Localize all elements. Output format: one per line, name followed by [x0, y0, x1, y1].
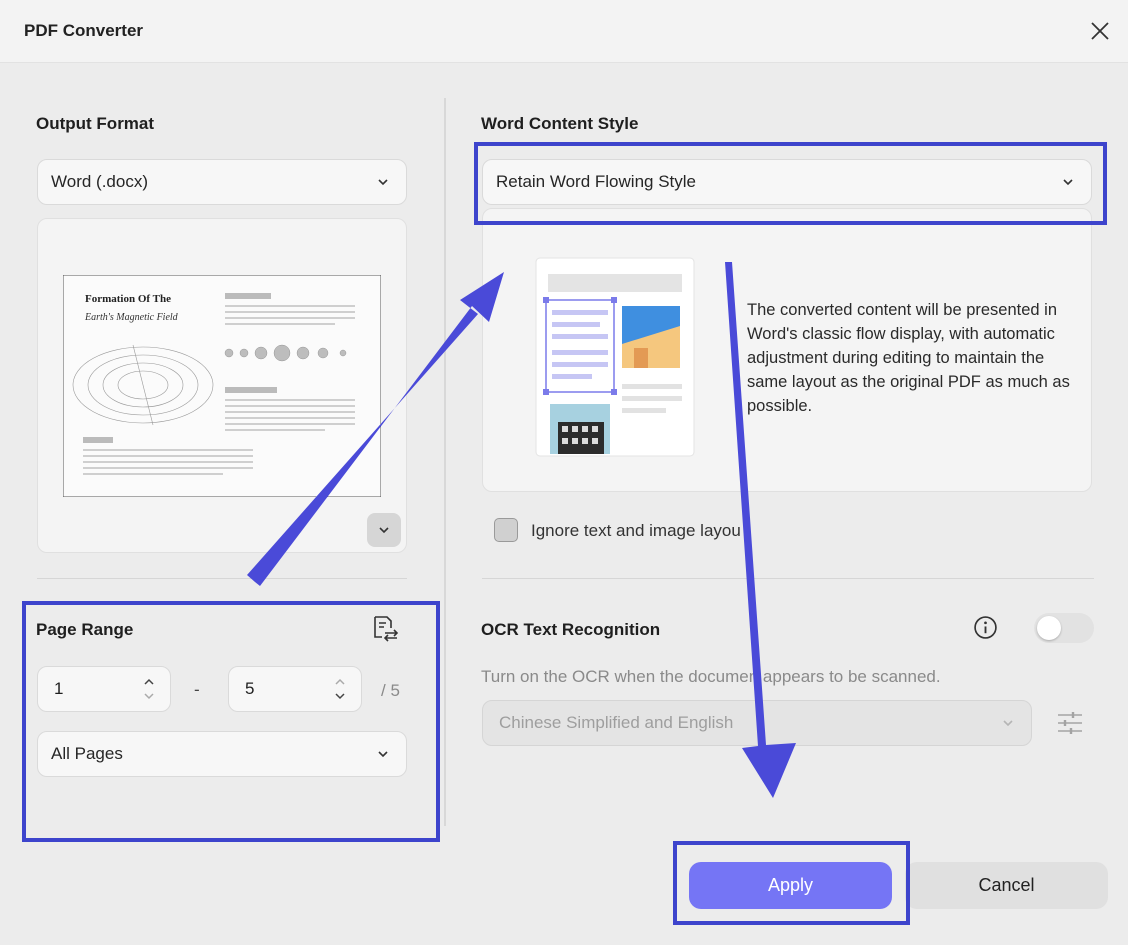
- page-range-highlight: [22, 601, 440, 842]
- sliders-icon[interactable]: [1056, 709, 1084, 737]
- flowing-style-illustration: [535, 257, 695, 457]
- preview-doc-title-2: Earth's Magnetic Field: [84, 312, 179, 323]
- style-description: The converted content will be presented …: [747, 301, 1070, 415]
- output-format-select[interactable]: Word (.docx): [37, 159, 407, 205]
- window-title: PDF Converter: [24, 21, 144, 40]
- word-content-style-label: Word Content Style: [481, 114, 639, 133]
- left-divider: [37, 578, 407, 579]
- ocr-label: OCR Text Recognition: [481, 620, 661, 639]
- right-divider: [482, 578, 1094, 579]
- output-format-label: Output Format: [36, 114, 155, 133]
- toggle-knob: [1037, 616, 1061, 640]
- chevron-down-icon: [378, 179, 388, 186]
- ocr-toggle[interactable]: [1034, 613, 1094, 643]
- document-preview-thumbnail: Formation Of The Earth's Magnetic Field: [63, 275, 381, 497]
- ocr-language-value: Chinese Simplified and English: [499, 713, 734, 732]
- ocr-language-select[interactable]: Chinese Simplified and English: [482, 700, 1032, 746]
- chevron-down-icon: [379, 527, 389, 534]
- content-style-highlight: [474, 142, 1107, 225]
- apply-highlight: [673, 841, 910, 925]
- preview-doc-title-1: Formation Of The: [85, 293, 171, 305]
- chevron-down-icon: [1003, 720, 1013, 727]
- title-bar: PDF Converter: [0, 0, 1128, 63]
- close-icon[interactable]: [1088, 19, 1112, 43]
- output-format-value: Word (.docx): [51, 172, 148, 191]
- ignore-layout-label: Ignore text and image layou: [531, 521, 741, 540]
- info-icon[interactable]: [973, 615, 998, 640]
- ocr-hint: Turn on the OCR when the documen appears…: [481, 667, 941, 686]
- expand-preview-button[interactable]: [367, 513, 401, 547]
- column-divider: [444, 98, 446, 826]
- ignore-layout-checkbox[interactable]: [494, 518, 518, 542]
- cancel-button[interactable]: Cancel: [905, 862, 1108, 909]
- document-preview-card: Formation Of The Earth's Magnetic Field: [37, 218, 407, 553]
